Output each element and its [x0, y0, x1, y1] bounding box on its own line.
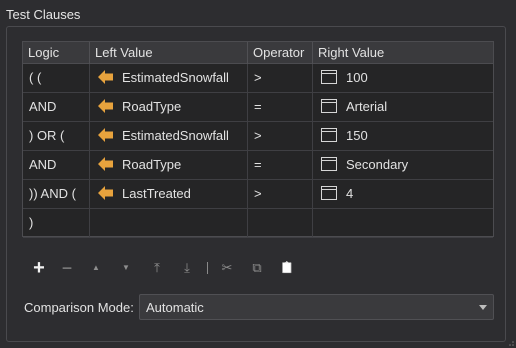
table-header: Logic Left Value Operator Right Value — [23, 42, 493, 64]
attribute-name: EstimatedSnowfall — [122, 70, 229, 85]
move-down-button[interactable]: ▼ — [117, 257, 135, 279]
move-to-top-button[interactable]: ⤒ — [148, 257, 166, 279]
table-row[interactable]: )) AND ( LastTreated >4 — [23, 180, 493, 209]
constant-value-icon — [321, 98, 337, 113]
move-up-button[interactable]: ▲ — [87, 257, 105, 279]
column-header-operator[interactable]: Operator — [248, 42, 313, 64]
right-value-text: 150 — [346, 128, 368, 143]
left-value-cell[interactable]: RoadType — [90, 151, 248, 179]
add-clause-button[interactable]: + — [30, 257, 48, 279]
attribute-icon — [98, 127, 113, 142]
cut-button[interactable]: ✂ — [218, 257, 236, 279]
left-value-cell[interactable]: LastTreated — [90, 180, 248, 208]
right-value-cell[interactable]: 100 — [313, 64, 493, 92]
right-value-cell[interactable]: 150 — [313, 122, 493, 150]
table-row[interactable]: ( ( EstimatedSnowfall >100 — [23, 64, 493, 93]
table-row[interactable]: AND RoadType = Arterial — [23, 93, 493, 122]
operator-cell[interactable]: > — [248, 64, 313, 92]
comparison-mode-value: Automatic — [146, 300, 204, 315]
chevron-down-icon — [479, 305, 487, 310]
column-header-left-value[interactable]: Left Value — [90, 42, 248, 64]
operator-cell[interactable]: = — [248, 93, 313, 121]
right-value-text: Secondary — [346, 157, 409, 172]
comparison-mode-select[interactable]: Automatic — [139, 294, 494, 320]
right-value-text: 4 — [346, 186, 354, 201]
paste-button[interactable]: 📋 — [278, 257, 296, 279]
left-value-cell[interactable] — [90, 209, 248, 237]
resize-grip-icon[interactable] — [508, 340, 514, 346]
operator-cell[interactable] — [248, 209, 313, 237]
constant-value-icon — [321, 69, 337, 84]
attribute-name: RoadType — [122, 99, 182, 114]
right-value-cell[interactable]: Arterial — [313, 93, 493, 121]
toolbar-separator — [207, 262, 208, 274]
column-header-logic[interactable]: Logic — [23, 42, 90, 64]
attribute-name: RoadType — [122, 157, 182, 172]
attribute-icon — [98, 69, 113, 84]
table-row[interactable]: ) OR ( EstimatedSnowfall >150 — [23, 122, 493, 151]
logic-cell[interactable]: ) — [23, 209, 90, 237]
right-value-cell[interactable]: 4 — [313, 180, 493, 208]
column-header-right-value[interactable]: Right Value — [313, 42, 493, 64]
clauses-table: Logic Left Value Operator Right Value ( … — [22, 41, 494, 238]
group-title: Test Clauses — [6, 7, 81, 22]
right-value-cell[interactable]: Secondary — [313, 151, 493, 179]
attribute-icon — [98, 185, 113, 200]
operator-cell[interactable]: > — [248, 122, 313, 150]
attribute-name: LastTreated — [122, 186, 191, 201]
right-value-text: Arterial — [346, 99, 388, 114]
operator-cell[interactable]: = — [248, 151, 313, 179]
constant-value-icon — [321, 185, 337, 200]
logic-cell[interactable]: AND — [23, 151, 90, 179]
attribute-name: EstimatedSnowfall — [122, 128, 229, 143]
left-value-cell[interactable]: RoadType — [90, 93, 248, 121]
attribute-icon — [98, 98, 113, 113]
right-value-text: 100 — [346, 70, 368, 85]
logic-cell[interactable]: ( ( — [23, 64, 90, 92]
operator-cell[interactable]: > — [248, 180, 313, 208]
constant-value-icon — [321, 127, 337, 142]
logic-cell[interactable]: AND — [23, 93, 90, 121]
test-clauses-panel: Test Clauses Logic Left Value Operator R… — [0, 0, 516, 348]
remove-clause-button[interactable]: − — [58, 257, 76, 279]
left-value-cell[interactable]: EstimatedSnowfall — [90, 122, 248, 150]
comparison-mode-label: Comparison Mode: — [24, 300, 134, 315]
attribute-icon — [98, 156, 113, 171]
constant-value-icon — [321, 156, 337, 171]
right-value-cell[interactable] — [313, 209, 493, 237]
logic-cell[interactable]: )) AND ( — [23, 180, 90, 208]
logic-cell[interactable]: ) OR ( — [23, 122, 90, 150]
left-value-cell[interactable]: EstimatedSnowfall — [90, 64, 248, 92]
copy-button[interactable]: ⧉ — [248, 257, 266, 279]
move-to-bottom-button[interactable]: ⤓ — [178, 257, 196, 279]
table-row[interactable]: ) — [23, 209, 493, 238]
table-row[interactable]: AND RoadType = Secondary — [23, 151, 493, 180]
